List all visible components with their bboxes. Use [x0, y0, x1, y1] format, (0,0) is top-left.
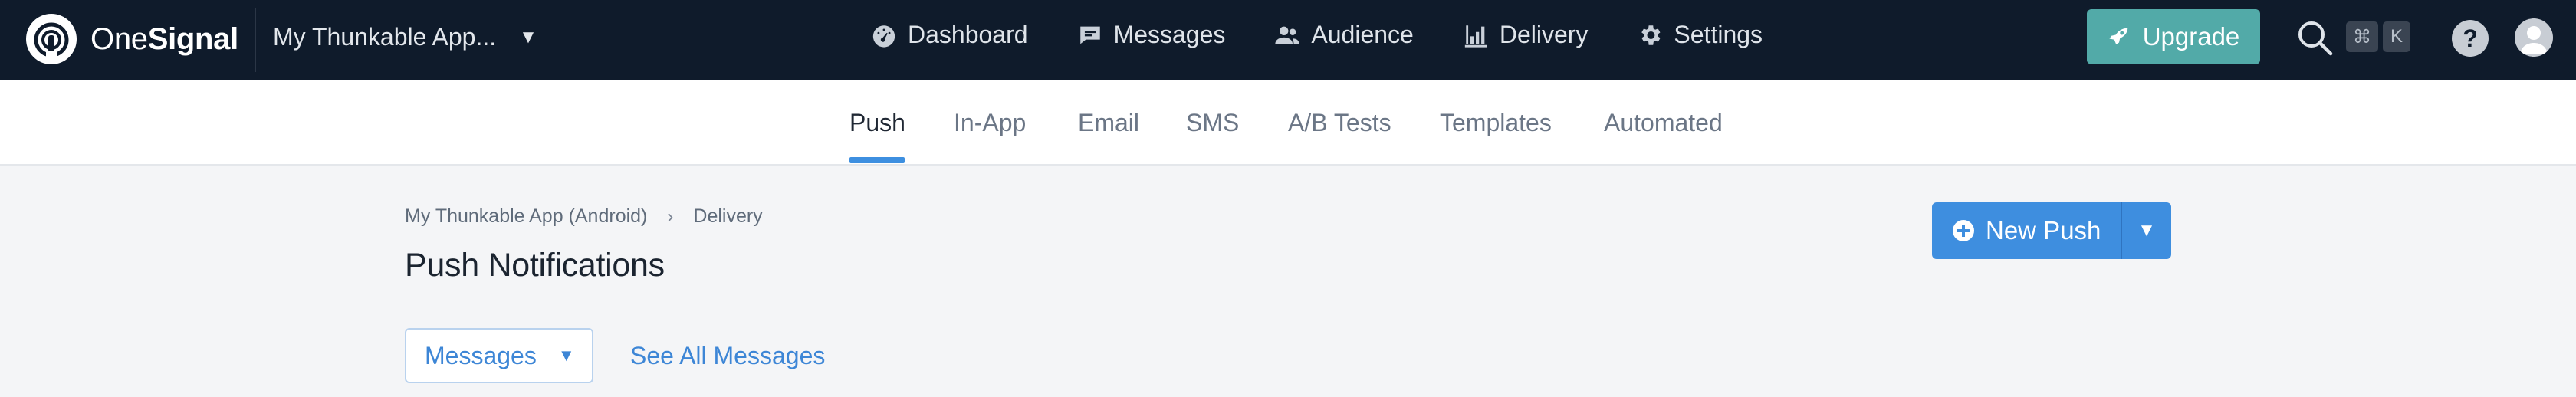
breadcrumb-app[interactable]: My Thunkable App (Android)	[405, 205, 647, 228]
nav-delivery-label: Delivery	[1499, 21, 1589, 48]
new-push-button[interactable]: New Push	[1932, 202, 2121, 259]
new-push-split-button: New Push ▼	[1932, 202, 2171, 259]
caret-down-icon: ▼	[2137, 220, 2156, 241]
nav-settings-label: Settings	[1674, 21, 1763, 48]
top-navbar: OneSignal My Thunkable App... ▼ Dashboar…	[0, 0, 2576, 80]
nav-audience[interactable]: Audience	[1274, 21, 1414, 49]
gear-icon	[1641, 25, 1661, 45]
logo-text-signal: Signal	[147, 21, 239, 56]
messages-filter-dropdown[interactable]: Messages ▼	[405, 328, 593, 383]
app-selector-name: My Thunkable App...	[273, 23, 497, 51]
rocket-icon	[2109, 28, 2128, 44]
upgrade-button[interactable]: Upgrade	[2087, 9, 2260, 64]
tab-ab-tests[interactable]: A/B Tests	[1288, 109, 1392, 137]
help-icon: ?	[2463, 24, 2478, 52]
user-avatar-icon	[2520, 26, 2548, 54]
tab-email[interactable]: Email	[1078, 109, 1139, 137]
tab-templates[interactable]: Templates	[1440, 109, 1552, 137]
logo-text-one: One	[90, 21, 148, 56]
nav-settings[interactable]: Settings	[1637, 21, 1763, 49]
users-icon	[1275, 26, 1300, 44]
new-push-dropdown-toggle[interactable]: ▼	[2122, 202, 2171, 259]
navbar-divider	[255, 8, 256, 72]
search-icon[interactable]	[2295, 18, 2335, 58]
new-push-label: New Push	[1986, 216, 2101, 244]
app-selector[interactable]: My Thunkable App... ▼	[273, 23, 537, 51]
chat-bubble-icon	[1079, 26, 1100, 44]
nav-messages-label: Messages	[1113, 21, 1226, 48]
caret-down-icon: ▼	[519, 26, 537, 48]
messages-filter-label: Messages	[425, 341, 537, 369]
onesignal-logo-icon	[26, 14, 77, 64]
help-button[interactable]: ?	[2452, 20, 2489, 57]
breadcrumb-separator: ›	[667, 205, 674, 227]
shortcut-cmd-key: ⌘	[2346, 21, 2378, 52]
logo-wordmark: OneSignal	[90, 22, 238, 57]
gauge-icon	[872, 25, 895, 48]
nav-delivery[interactable]: Delivery	[1463, 21, 1589, 49]
nav-audience-label: Audience	[1311, 21, 1414, 48]
nav-messages[interactable]: Messages	[1077, 21, 1226, 49]
tab-push[interactable]: Push	[849, 109, 905, 137]
main-nav: Dashboard Messages Audience Delivery Set…	[871, 21, 1812, 49]
see-all-messages-link[interactable]: See All Messages	[630, 342, 825, 370]
active-tab-indicator	[849, 157, 905, 163]
breadcrumb-delivery[interactable]: Delivery	[693, 205, 762, 228]
breadcrumb: My Thunkable App (Android) › Delivery	[405, 205, 763, 228]
page-title: Push Notifications	[405, 247, 665, 284]
upgrade-label: Upgrade	[2142, 22, 2240, 51]
shortcut-k-key: K	[2383, 21, 2410, 52]
channel-tabs: Push In-App Email SMS A/B Tests Template…	[0, 80, 2576, 166]
chart-icon	[1464, 25, 1487, 48]
tab-automated[interactable]: Automated	[1604, 109, 1723, 137]
avatar[interactable]	[2515, 18, 2553, 57]
tab-in-app[interactable]: In-App	[954, 109, 1026, 137]
caret-down-icon: ▼	[557, 346, 575, 365]
onesignal-logo[interactable]: OneSignal	[25, 12, 238, 66]
plus-circle-icon	[1953, 220, 1974, 241]
nav-dashboard-label: Dashboard	[908, 21, 1028, 48]
tab-sms[interactable]: SMS	[1186, 109, 1239, 137]
nav-dashboard[interactable]: Dashboard	[871, 21, 1028, 49]
